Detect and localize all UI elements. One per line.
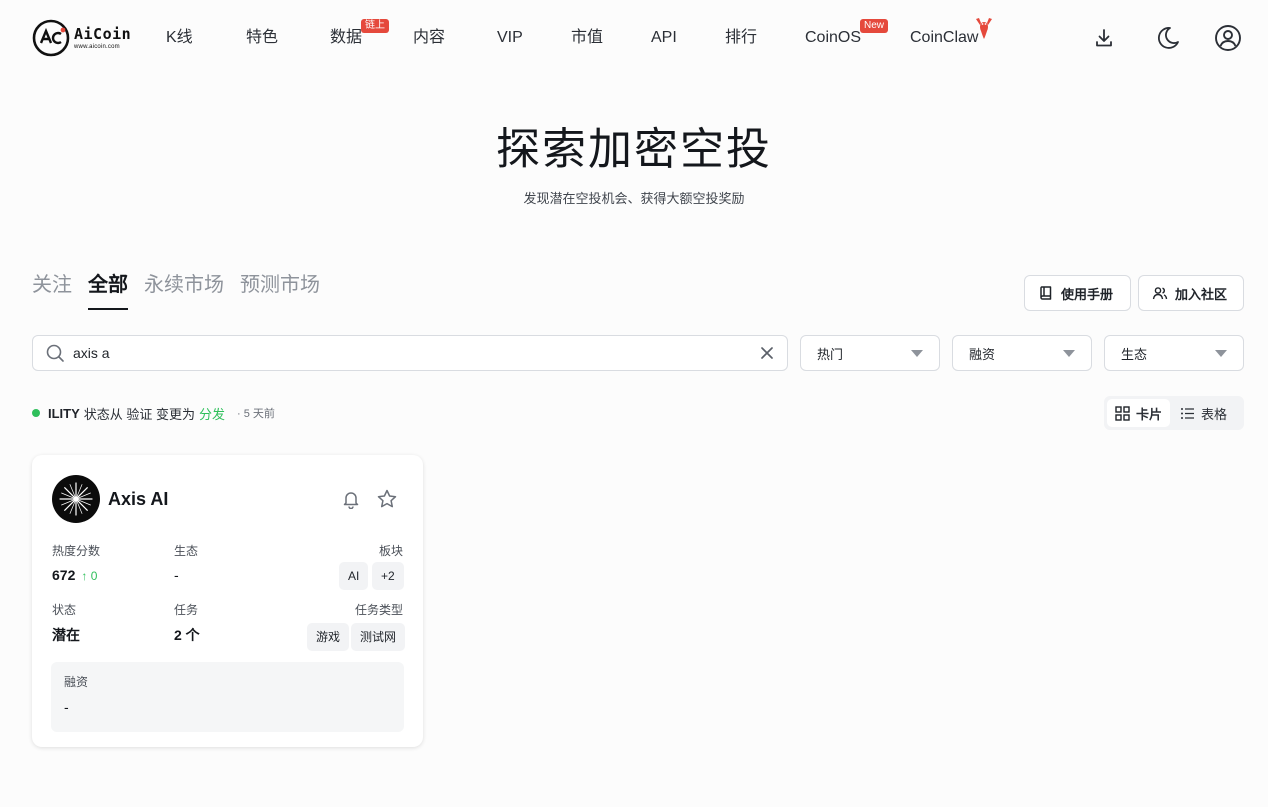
- project-name: Axis AI: [108, 489, 169, 509]
- heat-score-number: 672: [52, 567, 76, 583]
- hot-sort-value: 热门: [817, 346, 844, 362]
- users-icon: [1152, 287, 1168, 300]
- nav-ranking[interactable]: 排行: [725, 28, 757, 48]
- task-label: 任务: [174, 603, 199, 617]
- user-manual-label: 使用手册: [1061, 286, 1114, 302]
- task-type-tag: 测试网: [351, 623, 406, 651]
- status-dot: [32, 409, 40, 417]
- card-view-label: 卡片: [1136, 406, 1163, 422]
- sector-tag: AI: [339, 562, 369, 590]
- task-type-tag: 游戏: [307, 623, 350, 651]
- lobster-icon: [976, 18, 992, 39]
- join-community-button[interactable]: 加入社区: [1138, 275, 1244, 311]
- ticker-project-name: ILITY: [48, 405, 80, 421]
- chevron-down-icon: [1063, 349, 1075, 357]
- nav-coinos[interactable]: CoinOS: [805, 28, 861, 48]
- nav-kline[interactable]: K线: [166, 28, 193, 48]
- heat-score-change: ↑ 0: [81, 569, 98, 583]
- ecosystem-select-value: 生态: [1121, 346, 1148, 362]
- funding-select-value: 融资: [969, 346, 996, 362]
- nav-market-cap[interactable]: 市值: [571, 28, 603, 48]
- funding-box: 融资 -: [51, 662, 404, 732]
- join-community-label: 加入社区: [1175, 286, 1228, 302]
- tab-all[interactable]: 全部: [88, 272, 128, 298]
- nav-data[interactable]: 数据: [330, 28, 362, 48]
- table-view-label: 表格: [1201, 406, 1228, 422]
- chevron-down-icon: [911, 349, 923, 357]
- active-tab-underline: [88, 308, 128, 310]
- status-value: 潜在: [52, 627, 80, 643]
- project-card[interactable]: Axis AI 热度分数 672 ↑ 0 生态 - 板块 AI +2 状态 潜在 …: [32, 455, 423, 747]
- view-toggle: 卡片 表格: [1104, 396, 1244, 430]
- ticker-new-status: 分发: [199, 406, 226, 422]
- nav-coinos-badge: New: [860, 19, 889, 33]
- sector-more-tag[interactable]: +2: [372, 562, 404, 590]
- download-icon[interactable]: [1090, 24, 1118, 52]
- funding-select[interactable]: 融资: [952, 335, 1092, 371]
- tab-perpetual-market[interactable]: 永续市场: [144, 272, 224, 298]
- clear-search-icon[interactable]: [759, 345, 775, 361]
- aicoin-logo-mark: [32, 19, 70, 57]
- search-icon: [46, 344, 64, 362]
- ticker-time: · 5 天前: [237, 408, 275, 420]
- nav-api[interactable]: API: [651, 28, 677, 48]
- nav-vip[interactable]: VIP: [497, 28, 523, 48]
- tab-prediction-market[interactable]: 预测市场: [240, 272, 320, 298]
- nav-data-badge: 链上: [361, 19, 389, 33]
- tab-following[interactable]: 关注: [32, 272, 72, 298]
- user-icon[interactable]: [1214, 24, 1242, 52]
- funding-label: 融资: [64, 675, 89, 689]
- top-header: AiCoin www.aicoin.com K线 特色 数据 链上 内容 VIP…: [0, 0, 1268, 76]
- task-type-label: 任务类型: [354, 603, 403, 617]
- table-view-button[interactable]: 表格: [1172, 399, 1235, 427]
- ticker-text: 状态从 验证 变更为: [83, 406, 196, 422]
- ecosystem-label: 生态: [174, 544, 199, 558]
- heat-score-value: 672 ↑ 0: [52, 566, 97, 585]
- aicoin-logo[interactable]: AiCoin www.aicoin.com: [32, 18, 132, 58]
- search-input[interactable]: [73, 345, 759, 361]
- status-ticker[interactable]: ILITY 状态从 验证 变更为 分发 · 5 天前: [32, 404, 275, 422]
- search-box: [32, 335, 788, 371]
- chevron-down-icon: [1215, 349, 1227, 357]
- sector-label: 板块: [378, 544, 403, 558]
- nav-content[interactable]: 内容: [413, 28, 445, 48]
- logo-url: www.aicoin.com: [74, 43, 120, 50]
- page-title: 探索加密空投: [496, 124, 772, 175]
- list-icon: [1181, 407, 1195, 419]
- task-value: 2 个: [174, 627, 200, 643]
- nav-coinclaw[interactable]: CoinClaw: [910, 28, 978, 48]
- nav-features[interactable]: 特色: [246, 28, 278, 48]
- logo-word: AiCoin: [74, 24, 132, 43]
- status-label: 状态: [52, 603, 77, 617]
- heat-score-label: 热度分数: [52, 544, 101, 558]
- user-manual-button[interactable]: 使用手册: [1024, 275, 1131, 311]
- star-icon[interactable]: [376, 488, 398, 510]
- ecosystem-select[interactable]: 生态: [1104, 335, 1244, 371]
- moon-icon[interactable]: [1154, 24, 1182, 52]
- project-avatar: [52, 475, 100, 523]
- book-icon: [1040, 286, 1052, 300]
- hot-sort-select[interactable]: 热门: [800, 335, 940, 371]
- grid-icon: [1115, 405, 1130, 421]
- funding-value: -: [64, 699, 69, 715]
- card-view-button[interactable]: 卡片: [1107, 399, 1171, 427]
- page-subtitle: 发现潜在空投机会、获得大额空投奖励: [523, 191, 745, 206]
- starburst-icon: [59, 482, 93, 516]
- ecosystem-value: -: [174, 567, 179, 583]
- bell-icon[interactable]: [340, 488, 362, 510]
